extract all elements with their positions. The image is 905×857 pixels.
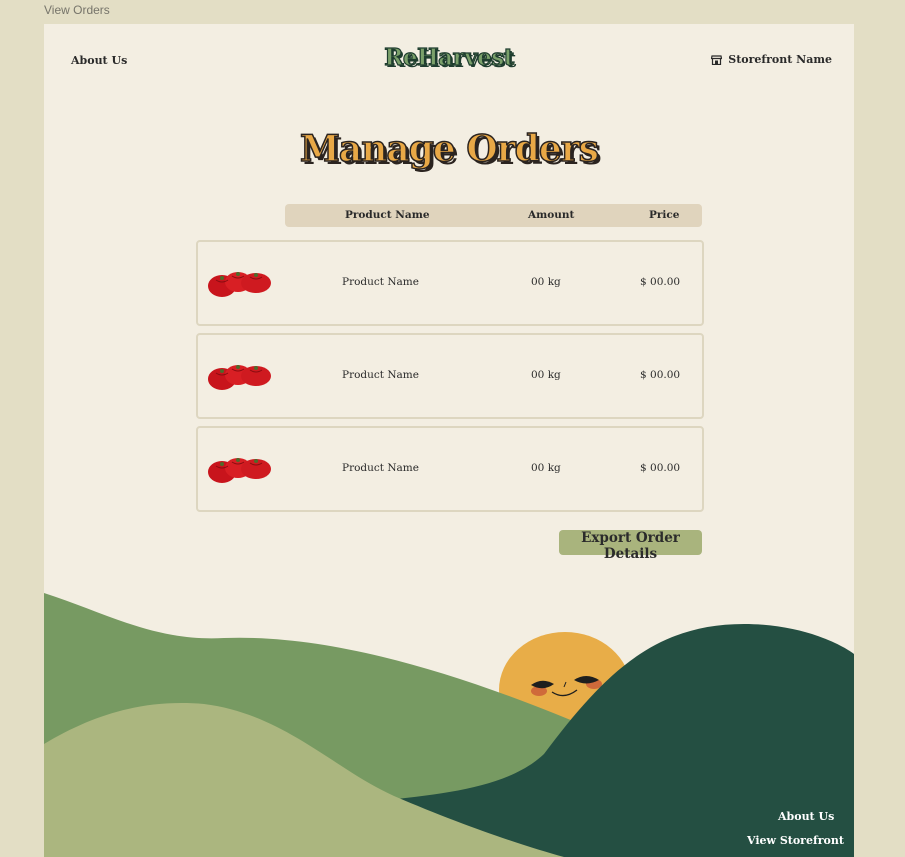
order-product-name: Product Name (342, 462, 419, 474)
page-title: Manage Orders (299, 127, 599, 171)
table-header: Product Name Amount Price (285, 204, 702, 227)
storefront-link[interactable]: Storefront Name (711, 53, 832, 66)
order-amount: 00 kg (531, 276, 561, 288)
footer-view-storefront-link[interactable]: View Storefront (747, 834, 844, 847)
tomatoes-image (206, 361, 274, 393)
order-product-name: Product Name (342, 276, 419, 288)
column-amount: Amount (528, 209, 575, 221)
storefront-label: Storefront Name (728, 53, 832, 66)
order-price: $ 00.00 (640, 276, 681, 288)
column-price: Price (649, 209, 680, 221)
order-price: $ 00.00 (640, 462, 681, 474)
order-amount: 00 kg (531, 369, 561, 381)
landscape-illustration (44, 593, 854, 857)
storefront-icon (711, 54, 723, 65)
order-row[interactable]: Product Name 00 kg $ 00.00 (196, 333, 704, 419)
column-product: Product Name (345, 209, 430, 221)
footer-about-link[interactable]: About Us (778, 810, 834, 823)
order-price: $ 00.00 (640, 369, 681, 381)
tomatoes-image (206, 454, 274, 486)
frame-label: View Orders (44, 3, 110, 17)
order-product-name: Product Name (342, 369, 419, 381)
order-row[interactable]: Product Name 00 kg $ 00.00 (196, 240, 704, 326)
export-order-details-button[interactable]: Export Order Details (559, 530, 702, 562)
page: About Us ReHarvest Storefront Name Manag… (44, 24, 854, 857)
order-amount: 00 kg (531, 462, 561, 474)
order-row[interactable]: Product Name 00 kg $ 00.00 (196, 426, 704, 512)
tomatoes-image (206, 268, 274, 300)
